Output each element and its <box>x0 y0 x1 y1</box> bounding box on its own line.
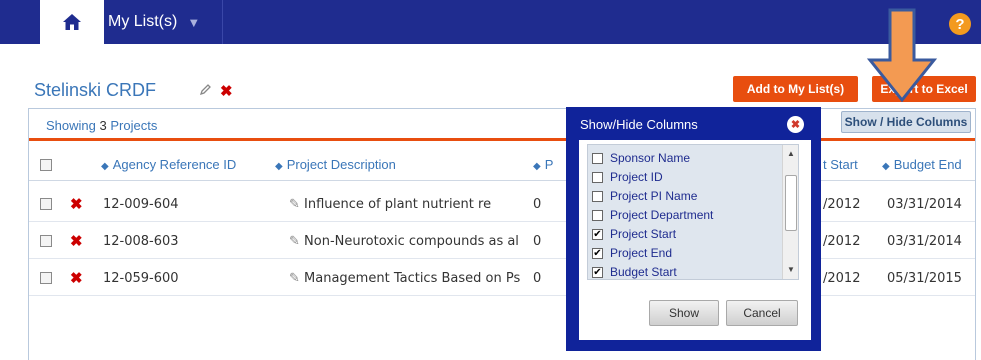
annotation-arrow-icon <box>866 8 938 102</box>
column-checkbox[interactable] <box>592 190 603 202</box>
column-list[interactable]: Sponsor Name Project ID Project PI Name … <box>587 144 799 280</box>
showing-count-text: Showing 3 Projects <box>46 118 157 133</box>
showing-count: 3 <box>99 118 107 133</box>
cell-agency-ref: 12-009-604 <box>103 197 179 212</box>
column-option[interactable]: Project Department <box>592 206 713 224</box>
cell-agency-ref: 12-008-603 <box>103 234 179 249</box>
top-nav: My List(s) ▼ ? <box>0 0 981 44</box>
row-checkbox[interactable] <box>40 235 52 247</box>
page-title: Stelinski CRDF <box>34 80 157 100</box>
home-icon <box>63 14 81 30</box>
cell-pi: 0 <box>533 197 542 212</box>
col-description[interactable]: ◆ Project Description <box>275 157 396 172</box>
cell-budget-start: /2012 <box>823 234 861 249</box>
delete-icon[interactable]: ✖ <box>70 232 83 250</box>
projects-panel: Showing 3 Projects Show / Hide Columns ◆… <box>28 108 976 360</box>
column-option-label: Project PI Name <box>610 189 698 203</box>
delete-icon[interactable]: ✖ <box>220 82 233 100</box>
col-budget-end-label: Budget End <box>893 157 962 172</box>
column-checkbox[interactable] <box>592 209 603 221</box>
showing-suffix: Projects <box>110 118 158 133</box>
column-option-label: Project Department <box>610 208 714 222</box>
column-option-label: Project ID <box>610 170 663 184</box>
pencil-icon: ✎ <box>289 271 300 286</box>
column-option[interactable]: ✔ Project Start <box>592 225 676 243</box>
column-option[interactable]: Project ID <box>592 168 663 186</box>
cell-budget-end: 03/31/2014 <box>887 234 962 249</box>
cell-agency-ref: 12-059-600 <box>103 271 179 286</box>
cancel-button[interactable]: Cancel <box>726 300 798 326</box>
cell-description[interactable]: ✎ Non-Neurotoxic compounds as al <box>289 234 519 249</box>
sort-icon: ◆ <box>101 161 109 172</box>
scrollbar-thumb[interactable] <box>785 175 797 231</box>
column-option[interactable]: Sponsor Name <box>592 149 690 167</box>
delete-icon[interactable]: ✖ <box>70 269 83 287</box>
column-option-label: Project End <box>610 246 673 260</box>
table-row[interactable]: ✖ 12-008-603 ✎ Non-Neurotoxic compounds … <box>29 223 975 259</box>
sort-icon: ◆ <box>533 161 541 172</box>
scroll-down-icon[interactable]: ▼ <box>787 265 795 274</box>
cell-description-text: Influence of plant nutrient re <box>304 197 492 212</box>
table-header: ◆ Agency Reference ID ◆ Project Descriptio… <box>29 149 975 181</box>
col-agency-ref[interactable]: ◆ Agency Reference ID <box>101 157 236 172</box>
pencil-icon: ✎ <box>289 234 300 249</box>
show-button[interactable]: Show <box>649 300 719 326</box>
show-hide-columns-dialog: Show/Hide Columns ✖ Sponsor Name Project… <box>566 107 821 351</box>
pencil-icon[interactable] <box>200 84 213 95</box>
col-description-label: Project Description <box>286 157 396 172</box>
col-pi-label: P <box>544 157 554 172</box>
nav-divider <box>222 0 223 44</box>
col-agency-ref-label: Agency Reference ID <box>112 157 237 172</box>
cell-budget-start: /2012 <box>823 271 861 286</box>
col-budget-start-label: t Start <box>823 157 858 172</box>
close-icon[interactable]: ✖ <box>787 116 804 133</box>
column-option[interactable]: ✔ Budget Start <box>592 263 677 279</box>
chevron-down-icon: ▼ <box>187 14 201 30</box>
cell-description-text: Non-Neurotoxic compounds as al <box>304 234 519 249</box>
column-checkbox[interactable]: ✔ <box>592 228 603 240</box>
sort-icon: ◆ <box>275 161 283 172</box>
cell-pi: 0 <box>533 234 542 249</box>
cell-budget-end: 03/31/2014 <box>887 197 962 212</box>
cell-budget-end: 05/31/2015 <box>887 271 962 286</box>
column-checkbox[interactable]: ✔ <box>592 266 603 278</box>
cell-description[interactable]: ✎ Management Tactics Based on Ps <box>289 271 520 286</box>
scrollbar[interactable]: ▲ ▼ <box>782 145 798 279</box>
col-pi[interactable]: ◆ P <box>533 157 553 172</box>
home-button[interactable] <box>40 0 104 44</box>
my-lists-menu[interactable]: My List(s) ▼ <box>108 0 200 44</box>
table-row[interactable]: ✖ 12-059-600 ✎ Management Tactics Based … <box>29 260 975 296</box>
column-checkbox[interactable] <box>592 171 603 183</box>
dialog-title: Show/Hide Columns <box>580 117 698 132</box>
showing-prefix: Showing <box>46 118 96 133</box>
my-lists-label: My List(s) <box>108 13 178 30</box>
help-button[interactable]: ? <box>949 13 971 35</box>
delete-icon[interactable]: ✖ <box>70 195 83 213</box>
column-option-label: Sponsor Name <box>610 151 691 165</box>
sort-icon: ◆ <box>882 161 890 172</box>
table-row[interactable]: ✖ 12-009-604 ✎ Influence of plant nutrie… <box>29 186 975 222</box>
col-budget-end[interactable]: ◆ Budget End <box>882 157 962 172</box>
row-checkbox[interactable] <box>40 272 52 284</box>
dialog-body: Sponsor Name Project ID Project PI Name … <box>579 140 811 340</box>
col-budget-start[interactable]: t Start <box>823 157 858 172</box>
panel-header: Showing 3 Projects Show / Hide Columns <box>29 109 975 141</box>
cell-description[interactable]: ✎ Influence of plant nutrient re <box>289 197 491 212</box>
column-option[interactable]: ✔ Project End <box>592 244 672 262</box>
column-option[interactable]: Project PI Name <box>592 187 697 205</box>
pencil-icon: ✎ <box>289 197 300 212</box>
select-all-checkbox[interactable] <box>40 159 52 171</box>
column-checkbox[interactable] <box>592 152 603 164</box>
add-to-list-button[interactable]: Add to My List(s) <box>733 76 858 102</box>
row-checkbox[interactable] <box>40 198 52 210</box>
scroll-up-icon[interactable]: ▲ <box>787 149 795 158</box>
column-option-label: Budget Start <box>610 265 677 279</box>
column-option-label: Project Start <box>610 227 677 241</box>
cell-description-text: Management Tactics Based on Ps <box>304 271 521 286</box>
cell-pi: 0 <box>533 271 542 286</box>
show-hide-columns-button[interactable]: Show / Hide Columns <box>841 111 971 133</box>
column-checkbox[interactable]: ✔ <box>592 247 603 259</box>
cell-budget-start: /2012 <box>823 197 861 212</box>
